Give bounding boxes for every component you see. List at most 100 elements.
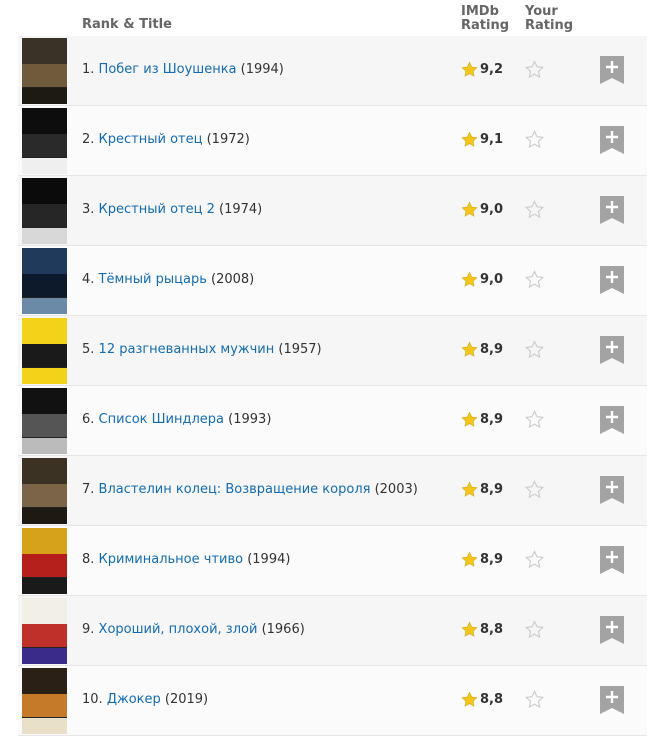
imdb-rating-value: 8,9: [480, 342, 504, 357]
movie-year: (1966): [261, 622, 305, 637]
star-filled-icon: [461, 621, 478, 637]
star-outline-icon[interactable]: [525, 620, 544, 639]
imdb-rating: 9,2: [461, 61, 503, 78]
add-to-watchlist-button[interactable]: [600, 266, 624, 294]
movie-title-cell: 1. Побег из Шоушенка (1994): [82, 62, 284, 78]
movie-rank: 4.: [82, 272, 95, 287]
star-outline-icon[interactable]: [525, 270, 544, 289]
add-to-watchlist-button[interactable]: [600, 616, 624, 644]
movie-rank: 9.: [82, 622, 95, 637]
movie-rank: 7.: [82, 482, 95, 497]
movie-title-link[interactable]: Побег из Шоушенка: [99, 62, 237, 77]
imdb-rating: 8,8: [461, 691, 503, 708]
movie-title-link[interactable]: Тёмный рыцарь: [99, 272, 207, 287]
movie-poster[interactable]: [22, 318, 67, 384]
movie-poster[interactable]: [22, 108, 67, 174]
movie-poster[interactable]: [22, 248, 67, 314]
star-outline-icon[interactable]: [525, 340, 544, 359]
star-outline-icon[interactable]: [525, 200, 544, 219]
imdb-rating: 8,9: [461, 551, 503, 568]
star-outline-icon[interactable]: [525, 480, 544, 499]
add-to-watchlist-button[interactable]: [600, 126, 624, 154]
imdb-rating-value: 8,9: [480, 412, 504, 427]
movie-rank: 6.: [82, 412, 95, 427]
imdb-rating-value: 9,0: [480, 202, 504, 217]
star-outline-icon[interactable]: [525, 550, 544, 569]
imdb-rating-value: 8,9: [480, 482, 504, 497]
add-to-watchlist-button[interactable]: [600, 196, 624, 224]
table-row: 8. Криминальное чтиво (1994) 8,9: [18, 526, 647, 596]
movie-title-cell: 4. Тёмный рыцарь (2008): [82, 272, 254, 288]
star-filled-icon: [461, 131, 478, 147]
movie-title-link[interactable]: Криминальное чтиво: [99, 552, 244, 567]
movie-list: 1. Побег из Шоушенка (1994) 9,2 2. Крест…: [18, 36, 647, 736]
movie-poster[interactable]: [22, 528, 67, 594]
movie-title-cell: 3. Крестный отец 2 (1974): [82, 202, 262, 218]
imdb-rating-header: IMDb Rating: [461, 5, 511, 33]
movie-title-link[interactable]: Крестный отец: [99, 132, 203, 147]
imdb-rating-value: 8,8: [480, 692, 504, 707]
imdb-rating: 8,8: [461, 621, 503, 638]
movie-poster[interactable]: [22, 38, 67, 104]
add-to-watchlist-button[interactable]: [600, 686, 624, 714]
add-to-watchlist-button[interactable]: [600, 56, 624, 84]
add-to-watchlist-button[interactable]: [600, 476, 624, 504]
movie-poster[interactable]: [22, 598, 67, 664]
star-outline-icon[interactable]: [525, 410, 544, 429]
imdb-rating-header-line1: IMDb: [461, 4, 499, 19]
your-rating-header: Your Rating: [525, 5, 575, 33]
movie-year: (1994): [247, 552, 291, 567]
movie-title-cell: 9. Хороший, плохой, злой (1966): [82, 622, 305, 638]
movie-title-link[interactable]: Крестный отец 2: [99, 202, 215, 217]
movie-poster[interactable]: [22, 458, 67, 524]
star-outline-icon[interactable]: [525, 60, 544, 79]
imdb-rating-value: 9,0: [480, 272, 504, 287]
movie-rank: 5.: [82, 342, 95, 357]
movie-title-cell: 5. 12 разгневанных мужчин (1957): [82, 342, 322, 358]
imdb-rating-header-line2: Rating: [461, 18, 510, 33]
table-row: 4. Тёмный рыцарь (2008) 9,0: [18, 246, 647, 316]
star-outline-icon[interactable]: [525, 130, 544, 149]
imdb-rating-value: 9,2: [480, 62, 504, 77]
table-row: 9. Хороший, плохой, злой (1966) 8,8: [18, 596, 647, 666]
movie-year: (1957): [278, 342, 322, 357]
movie-title-link[interactable]: Властелин колец: Возвращение короля: [99, 482, 371, 497]
table-row: 7. Властелин колец: Возвращение короля (…: [18, 456, 647, 526]
star-outline-icon[interactable]: [525, 690, 544, 709]
movie-year: (1972): [206, 132, 250, 147]
movie-title-link[interactable]: Джокер: [107, 692, 161, 707]
star-filled-icon: [461, 481, 478, 497]
movie-title-link[interactable]: Хороший, плохой, злой: [99, 622, 258, 637]
movie-title-link[interactable]: Список Шиндлера: [99, 412, 224, 427]
table-row: 3. Крестный отец 2 (1974) 9,0: [18, 176, 647, 246]
movie-title-link[interactable]: 12 разгневанных мужчин: [99, 342, 275, 357]
imdb-rating: 8,9: [461, 341, 503, 358]
movie-rank: 1.: [82, 62, 95, 77]
your-rating-header-line2: Rating: [525, 18, 574, 33]
add-to-watchlist-button[interactable]: [600, 406, 624, 434]
movie-poster[interactable]: [22, 388, 67, 454]
table-row: 2. Крестный отец (1972) 9,1: [18, 106, 647, 176]
movie-year: (1994): [240, 62, 284, 77]
movie-year: (2003): [374, 482, 418, 497]
movie-rank: 3.: [82, 202, 95, 217]
star-filled-icon: [461, 271, 478, 287]
rank-title-header: Rank & Title: [82, 17, 172, 32]
imdb-rating-value: 9,1: [480, 132, 504, 147]
imdb-rating-value: 8,9: [480, 552, 504, 567]
imdb-rating: 9,0: [461, 201, 503, 218]
movie-year: (2019): [164, 692, 209, 707]
movie-poster[interactable]: [22, 668, 67, 734]
imdb-rating: 9,0: [461, 271, 503, 288]
star-filled-icon: [461, 691, 478, 707]
add-to-watchlist-button[interactable]: [600, 546, 624, 574]
movie-rank: 10.: [82, 692, 103, 707]
star-filled-icon: [461, 411, 478, 427]
movie-title-cell: 7. Властелин колец: Возвращение короля (…: [82, 482, 418, 498]
movie-rank: 8.: [82, 552, 95, 567]
add-to-watchlist-button[interactable]: [600, 336, 624, 364]
movie-poster[interactable]: [22, 178, 67, 244]
your-rating-header-line1: Your: [525, 4, 558, 19]
movie-title-cell: 6. Список Шиндлера (1993): [82, 412, 271, 428]
imdb-rating: 8,9: [461, 481, 503, 498]
